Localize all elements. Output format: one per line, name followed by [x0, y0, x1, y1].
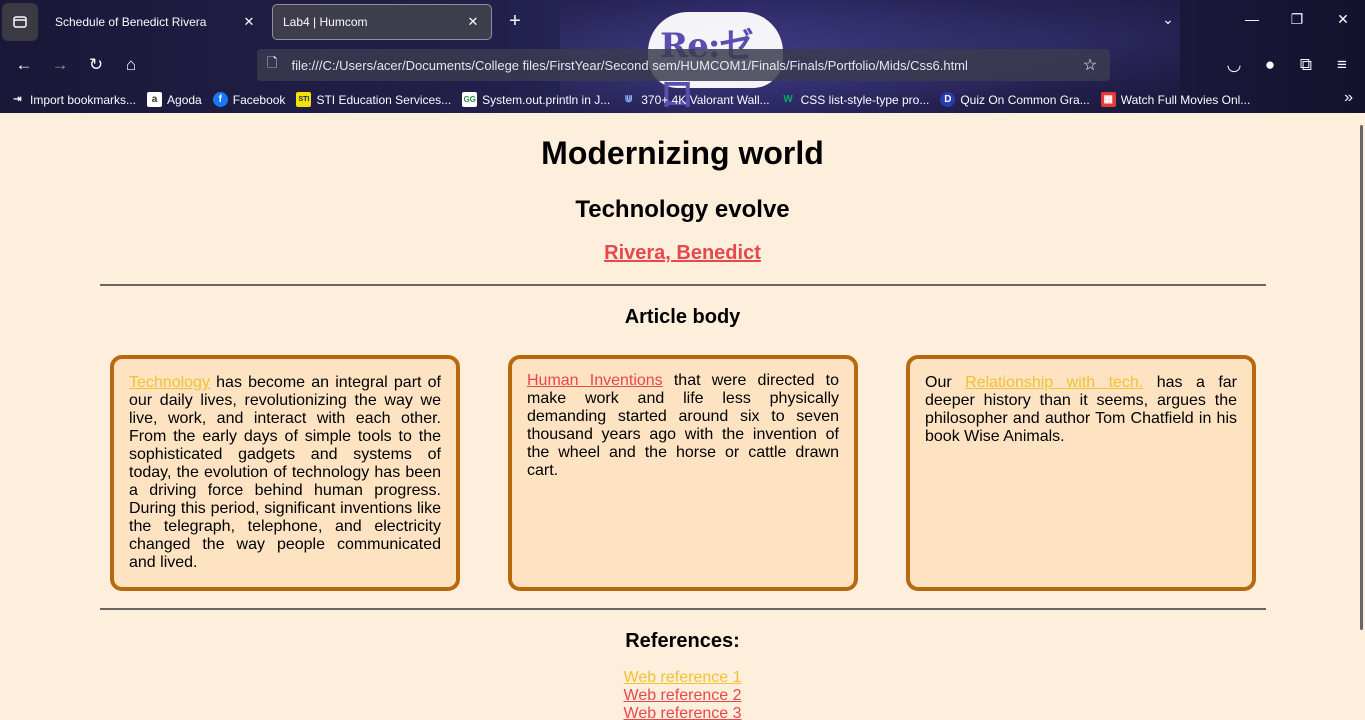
bookmark-valorant[interactable]: ⋓ 370+ 4K Valorant Wall... [621, 92, 770, 107]
card-text-prefix: Our [925, 374, 966, 391]
article-card: Technology has become an integral part o… [110, 355, 460, 591]
card-text: has become an integral part of our daily… [129, 374, 441, 571]
bookmark-sti[interactable]: STI STI Education Services... [296, 92, 451, 107]
forward-button[interactable]: → [47, 53, 73, 77]
reload-button[interactable]: ↻ [83, 53, 109, 77]
card-link[interactable]: Technology [129, 374, 210, 391]
author-link[interactable]: Rivera, Benedict [604, 242, 761, 264]
new-tab-button[interactable]: + [503, 10, 527, 34]
minimize-button[interactable]: — [1240, 11, 1264, 33]
agoda-icon: a [147, 92, 163, 107]
page-title: Modernizing world [541, 135, 824, 171]
extensions-icon[interactable]: ⧉ [1293, 53, 1319, 77]
back-button[interactable]: ← [11, 53, 37, 77]
article-heading: Article body [624, 306, 741, 328]
bookmark-gfg[interactable]: GG System.out.println in J... [462, 92, 610, 107]
bookmark-movies[interactable]: ▦ Watch Full Movies Onl... [1100, 92, 1250, 107]
tab-schedule[interactable]: Schedule of Benedict Rivera ✕ [45, 4, 267, 40]
author: Rivera, Benedict [0, 242, 1365, 265]
bookmarks-bar: ⇥ Import bookmarks... a Agoda f Facebook… [0, 86, 1365, 113]
page-subtitle: Technology evolve [575, 196, 790, 223]
reference-link[interactable]: Web reference 3 [0, 705, 1365, 720]
page-content: Modernizing world Technology evolve Rive… [0, 113, 1365, 720]
close-tab-icon[interactable]: ✕ [465, 14, 481, 30]
tab-list-icon [13, 16, 27, 28]
close-tab-icon[interactable]: ✕ [241, 14, 257, 30]
facebook-icon: f [212, 92, 228, 107]
sti-icon: STI [296, 92, 312, 107]
menu-icon[interactable]: ≡ [1329, 53, 1355, 77]
reference-link[interactable]: Web reference 2 [0, 687, 1365, 705]
w3-icon: W [783, 94, 793, 105]
tab-strip: Schedule of Benedict Rivera ✕ Lab4 | Hum… [0, 0, 1365, 44]
gfg-icon: GG [462, 92, 478, 107]
url-bar[interactable]: 🗋 file:///C:/Users/acer/Documents/Colleg… [257, 49, 1110, 81]
home-button[interactable]: ⌂ [118, 53, 144, 77]
close-window-button[interactable]: ✕ [1331, 11, 1355, 33]
divider [100, 608, 1266, 610]
chevron-double-right-icon[interactable]: » [1344, 89, 1353, 107]
import-icon: ⇥ [13, 94, 22, 105]
wallpaper-icon: ⋓ [624, 94, 633, 105]
browser-chrome: Re:ゼロ Schedule of Benedict Rivera ✕ Lab4… [0, 0, 1365, 113]
reference-link[interactable]: Web reference 1 [0, 669, 1365, 687]
references-list: Web reference 1 Web reference 2 Web refe… [0, 669, 1365, 720]
bookmark-quiz[interactable]: D Quiz On Common Gra... [940, 92, 1090, 107]
tab-lab4[interactable]: Lab4 | Humcom ✕ [272, 4, 492, 40]
chevron-down-icon[interactable]: ⌄ [1156, 11, 1180, 33]
card-link[interactable]: Relationship with tech. [965, 374, 1143, 391]
bookmark-agoda[interactable]: a Agoda [147, 92, 202, 107]
article-card: Human Inventions that were directed to m… [508, 355, 858, 591]
card-link[interactable]: Human Inventions [527, 372, 663, 389]
pocket-icon[interactable]: ◡ [1221, 53, 1247, 77]
navigation-bar: ← → ↻ ⌂ 🗋 file:///C:/Users/acer/Document… [0, 44, 1365, 86]
bookmark-facebook[interactable]: f Facebook [212, 92, 285, 107]
restore-button[interactable]: ❐ [1285, 11, 1309, 33]
tab-list-button[interactable] [2, 3, 38, 41]
url-text[interactable]: file:///C:/Users/acer/Documents/College … [291, 58, 1080, 73]
bookmark-star-icon[interactable]: ☆ [1080, 55, 1100, 75]
file-icon: 🗋 [267, 55, 278, 70]
bookmark-import[interactable]: ⇥ Import bookmarks... [10, 92, 136, 107]
divider [100, 284, 1266, 286]
account-avatar[interactable]: ● [1257, 53, 1283, 77]
movies-icon: ▦ [1100, 92, 1116, 107]
references-heading: References: [625, 630, 740, 652]
quiz-icon: D [940, 92, 956, 107]
bookmark-w3[interactable]: W CSS list-style-type pro... [781, 92, 929, 107]
article-card: Our Relationship with tech. has a far de… [906, 355, 1256, 591]
